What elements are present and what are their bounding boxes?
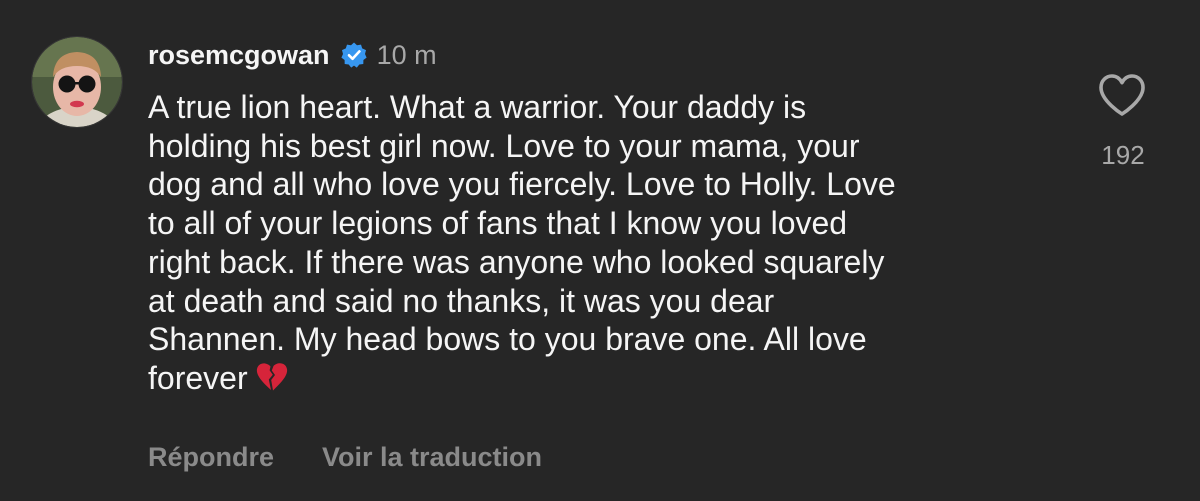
- comment-text-block: A true lion heart. What a warrior. Your …: [148, 88, 1078, 398]
- comment-text: A true lion heart. What a warrior. Your …: [148, 89, 896, 396]
- like-button[interactable]: [1097, 72, 1147, 118]
- reply-button[interactable]: Répondre: [148, 442, 274, 473]
- heart-outline-icon: [1099, 74, 1145, 116]
- timestamp: 10 m: [376, 39, 437, 70]
- see-translation-button[interactable]: Voir la traduction: [322, 442, 542, 473]
- comment: rosemcgowan 10 m A true lion heart. What…: [0, 0, 1200, 501]
- username[interactable]: rosemcgowan: [148, 40, 330, 71]
- verified-badge-icon: [340, 41, 368, 69]
- comment-actions: Répondre Voir la traduction: [148, 442, 542, 473]
- avatar[interactable]: [32, 37, 122, 127]
- comment-header: rosemcgowan 10 m: [148, 36, 437, 74]
- like-count: 192: [1101, 140, 1145, 170]
- avatar-image: [32, 37, 122, 127]
- broken-heart-icon: [254, 359, 290, 395]
